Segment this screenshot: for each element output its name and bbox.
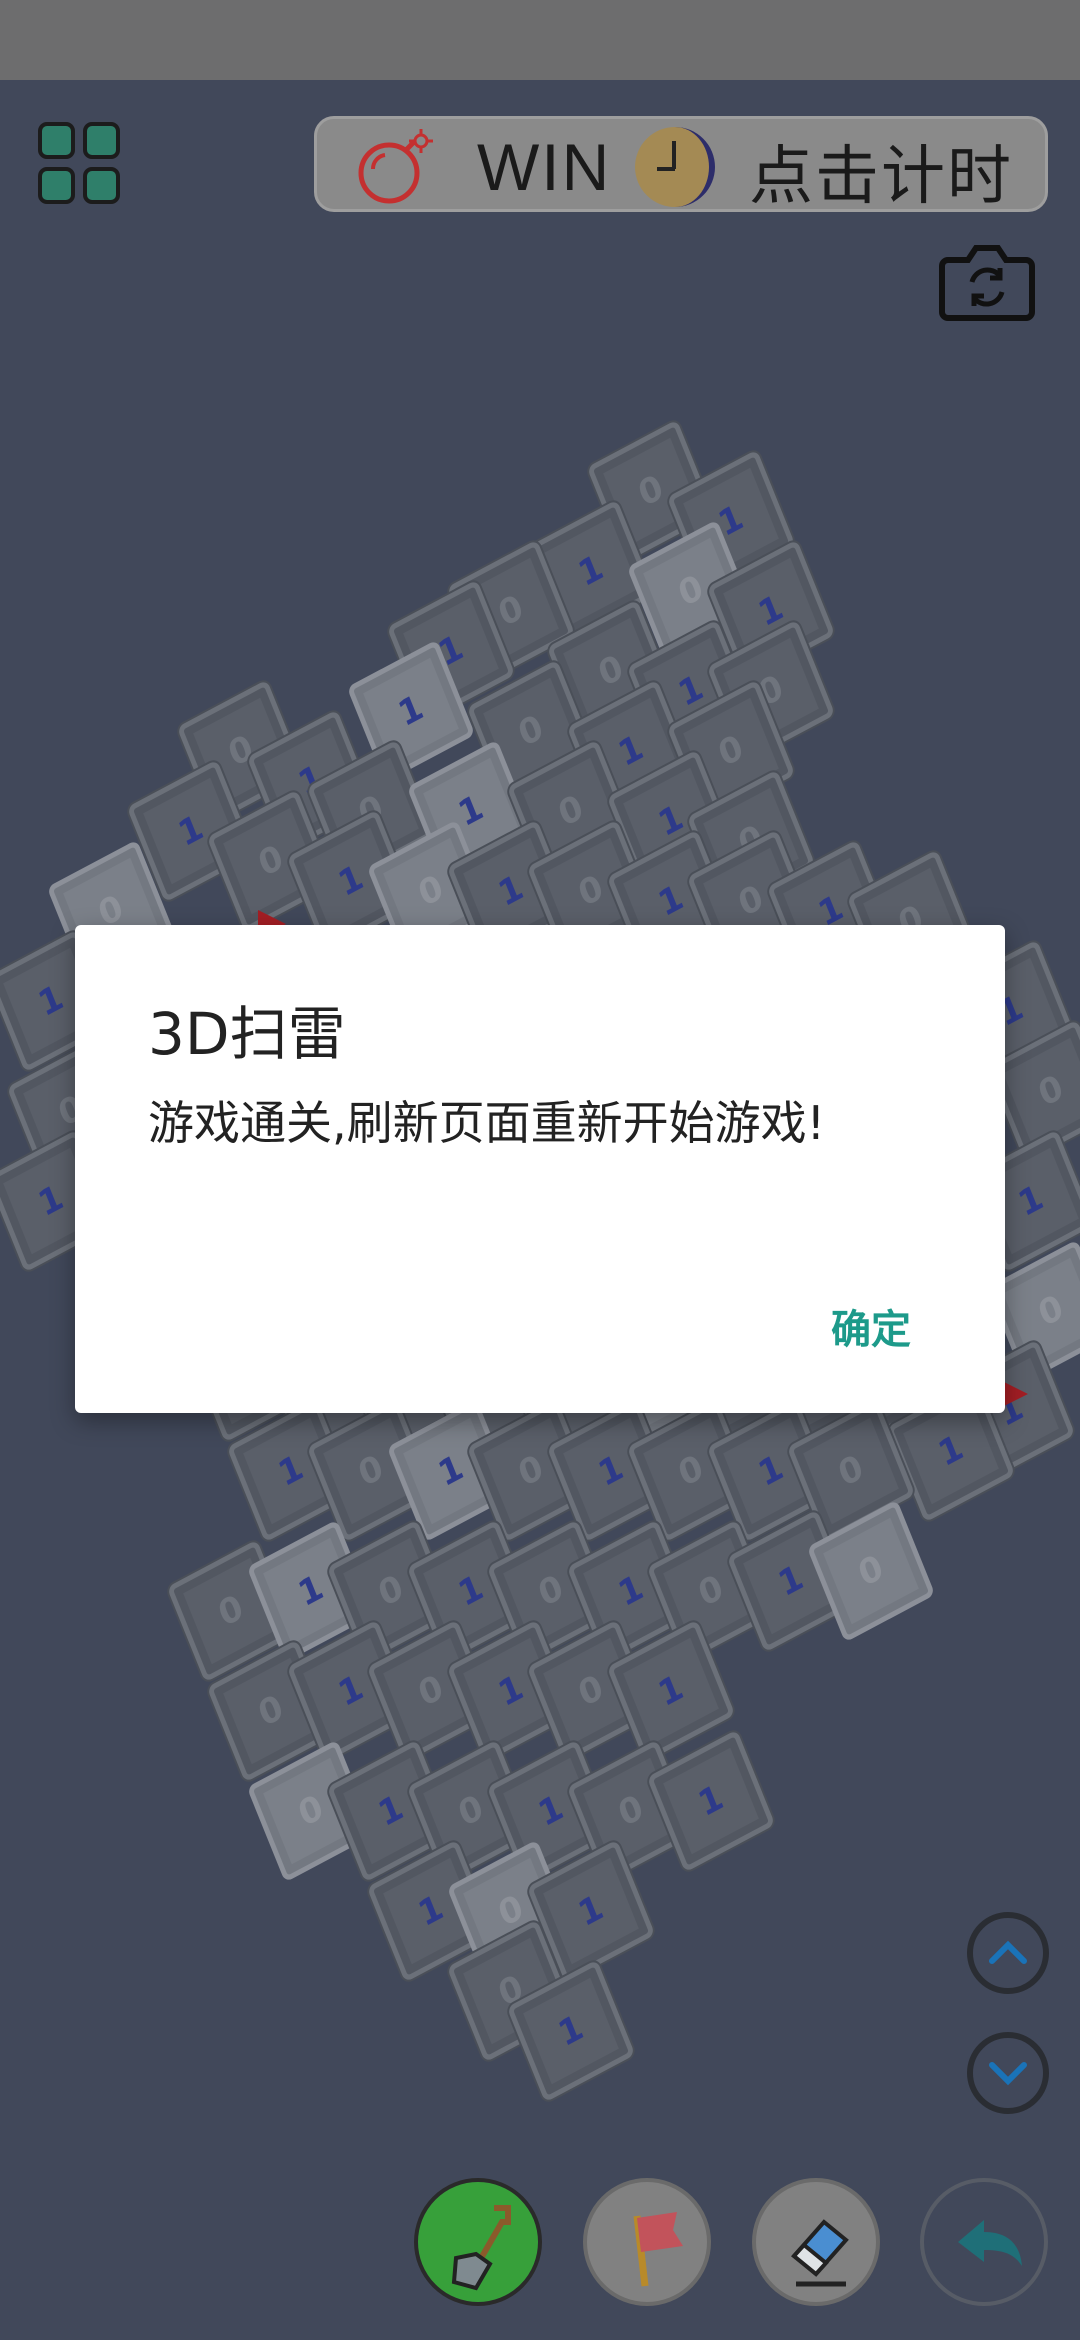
flag-icon <box>633 2212 683 2287</box>
dialog-title: 3D扫雷 <box>148 1000 346 1068</box>
layer-up-button[interactable] <box>967 1912 1049 1994</box>
game-status-panel: WIN 点击计时 <box>314 116 1048 214</box>
dialog-message: 游戏通关,刷新页面重新开始游戏! <box>148 1096 826 1150</box>
undo-arrow-icon <box>958 2220 1022 2266</box>
erase-tool-button[interactable] <box>752 2178 880 2306</box>
chevron-down-icon <box>989 2062 1027 2086</box>
chevron-up-icon <box>989 1940 1027 1964</box>
clock-icon <box>635 127 715 207</box>
dig-tool-button[interactable] <box>414 2178 542 2306</box>
game-complete-dialog: 3D扫雷 游戏通关,刷新页面重新开始游戏! 确定 <box>75 925 1005 1413</box>
layer-down-button[interactable] <box>967 2032 1049 2114</box>
camera-reset-icon[interactable] <box>938 238 1036 322</box>
game-status-text: WIN <box>477 130 612 204</box>
flag-tool-button[interactable] <box>583 2178 711 2306</box>
bomb-icon <box>358 129 433 204</box>
eraser-icon <box>791 2219 849 2287</box>
status-bar <box>0 0 1080 80</box>
undo-tool-button[interactable] <box>920 2178 1048 2306</box>
menu-grid-icon[interactable] <box>38 122 120 204</box>
shovel-icon <box>451 2205 511 2291</box>
timer-label[interactable]: 点击计时 <box>749 125 1013 217</box>
dialog-ok-button[interactable]: 确定 <box>831 1297 911 1355</box>
